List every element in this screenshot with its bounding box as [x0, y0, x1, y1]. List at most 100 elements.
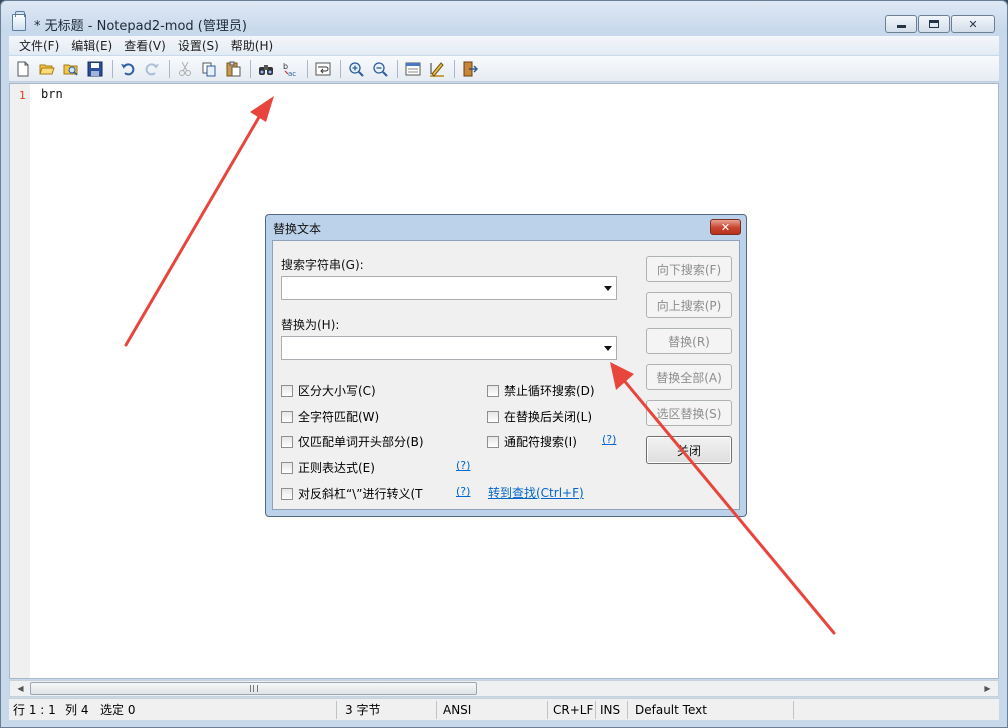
goto-find-link[interactable]: 转到查找(Ctrl+F)	[488, 484, 584, 501]
scroll-right-arrow-icon[interactable]: ▶	[979, 681, 996, 696]
menu-settings[interactable]: 设置(S)	[172, 37, 225, 54]
redo-icon	[145, 62, 159, 75]
window-title: * 无标题 - Notepad2-mod (管理员)	[34, 19, 247, 34]
toolbar: b ac	[9, 56, 999, 82]
maximize-icon	[929, 20, 939, 28]
customize-schemes-button[interactable]	[426, 58, 448, 80]
no-wrap-checkbox[interactable]: 禁止循环搜索(D)	[487, 382, 595, 399]
status-divider	[336, 701, 337, 719]
status-scheme[interactable]: Default Text	[631, 701, 707, 719]
replace-in-selection-button[interactable]: 选区替换(S)	[646, 400, 732, 426]
scroll-left-arrow-icon[interactable]: ◀	[12, 681, 29, 696]
grip-icon	[249, 685, 258, 692]
search-string-combobox[interactable]	[281, 276, 617, 300]
status-encoding[interactable]: ANSI	[439, 701, 471, 719]
replace-with-combobox[interactable]	[281, 336, 617, 360]
menu-view[interactable]: 查看(V)	[118, 37, 172, 54]
horizontal-scroll-thumb[interactable]	[30, 682, 477, 695]
new-file-button[interactable]	[12, 58, 34, 80]
close-after-replace-checkbox[interactable]: 在替换后关闭(L)	[487, 408, 592, 425]
dialog-close-button[interactable]: ✕	[710, 219, 741, 235]
minimize-button[interactable]	[885, 15, 917, 33]
undo-button[interactable]	[117, 58, 139, 80]
close-icon: ✕	[720, 220, 731, 234]
floppy-disk-icon	[87, 61, 103, 76]
toolbar-separator	[250, 59, 251, 78]
close-icon: ✕	[968, 17, 978, 31]
open-file-button[interactable]	[36, 58, 58, 80]
word-start-checkbox[interactable]: 仅匹配单词开头部分(B)	[281, 433, 424, 450]
status-column: 列 4	[65, 703, 89, 717]
save-button[interactable]	[84, 58, 106, 80]
browse-button[interactable]	[60, 58, 82, 80]
zoom-in-button[interactable]	[345, 58, 367, 80]
checkbox-box[interactable]	[487, 384, 499, 397]
undo-icon	[121, 62, 135, 75]
toolbar-separator	[340, 59, 341, 78]
exit-door-icon	[463, 61, 478, 76]
regex-checkbox[interactable]: 正则表达式(E)	[281, 459, 375, 476]
backslash-escape-checkbox[interactable]: 对反斜杠“\”进行转义(T	[281, 485, 423, 502]
replace-all-button[interactable]: 替换全部(A)	[646, 364, 732, 390]
regex-label: 正则表达式(E)	[298, 461, 375, 475]
toolbar-separator	[169, 59, 170, 78]
cut-button[interactable]	[174, 58, 196, 80]
status-size: 3 字节	[345, 703, 381, 717]
status-divider	[436, 701, 437, 719]
whole-word-checkbox[interactable]: 全字符匹配(W)	[281, 408, 379, 425]
checkbox-box[interactable]	[281, 487, 293, 500]
status-divider	[793, 701, 794, 719]
replace-once-button[interactable]: 替换(R)	[646, 328, 732, 354]
wildcard-label: 通配符搜索(I)	[504, 435, 577, 449]
editor-text-line[interactable]: brn	[41, 87, 63, 101]
zoom-out-button[interactable]	[369, 58, 391, 80]
line-number-gutter	[10, 84, 30, 678]
match-case-checkbox[interactable]: 区分大小写(C)	[281, 382, 376, 399]
exit-button[interactable]	[459, 58, 481, 80]
checkbox-box[interactable]	[487, 410, 499, 423]
checkbox-box[interactable]	[281, 384, 293, 397]
scheme-button[interactable]	[402, 58, 424, 80]
maximize-button[interactable]	[918, 15, 950, 33]
checkbox-box[interactable]	[281, 410, 293, 423]
status-line-endings[interactable]: CR+LF	[549, 701, 593, 719]
toolbar-separator	[112, 59, 113, 78]
checkbox-box[interactable]	[487, 435, 499, 448]
search-string-label: 搜索字符串(G):	[281, 258, 364, 272]
dropdown-arrow-icon[interactable]	[604, 286, 612, 291]
caption-buttons: ✕	[884, 15, 995, 33]
find-previous-button[interactable]: 向上搜索(P)	[646, 292, 732, 318]
title-bar[interactable]: * 无标题 - Notepad2-mod (管理员) ✕	[1, 1, 1007, 35]
find-next-button[interactable]: 向下搜索(F)	[646, 256, 732, 282]
wildcard-help-link[interactable]: (?)	[602, 433, 616, 446]
checkbox-box[interactable]	[281, 461, 293, 474]
menu-file[interactable]: 文件(F)	[13, 37, 65, 54]
regex-help-link[interactable]: (?)	[456, 459, 470, 472]
status-divider	[547, 701, 548, 719]
horizontal-scrollbar[interactable]: ◀ ▶	[9, 680, 999, 697]
word-start-label: 仅匹配单词开头部分(B)	[298, 435, 424, 449]
scissors-icon	[179, 61, 191, 76]
close-dialog-button[interactable]: 关闭	[646, 436, 732, 464]
paste-button[interactable]	[222, 58, 244, 80]
whole-word-label: 全字符匹配(W)	[298, 410, 380, 424]
menu-help[interactable]: 帮助(H)	[225, 37, 279, 54]
word-wrap-icon	[315, 62, 331, 75]
menu-edit[interactable]: 编辑(E)	[65, 37, 118, 54]
find-button[interactable]	[255, 58, 277, 80]
dropdown-arrow-icon[interactable]	[604, 346, 612, 351]
checkbox-box[interactable]	[281, 435, 293, 448]
wildcard-checkbox[interactable]: 通配符搜索(I)	[487, 433, 577, 450]
copy-button[interactable]	[198, 58, 220, 80]
backslash-help-link[interactable]: (?)	[456, 485, 470, 498]
pencil-ruler-icon	[430, 61, 444, 77]
status-insert-mode[interactable]: INS	[596, 701, 620, 719]
replace-with-label: 替换为(H):	[281, 318, 340, 332]
minimize-icon	[896, 25, 906, 28]
word-wrap-button[interactable]	[312, 58, 334, 80]
status-selection: 选定 0	[100, 703, 136, 717]
redo-button[interactable]	[141, 58, 163, 80]
close-window-button[interactable]: ✕	[951, 15, 995, 33]
notepad-app-icon	[12, 11, 26, 31]
replace-button[interactable]: b ac	[279, 58, 301, 80]
